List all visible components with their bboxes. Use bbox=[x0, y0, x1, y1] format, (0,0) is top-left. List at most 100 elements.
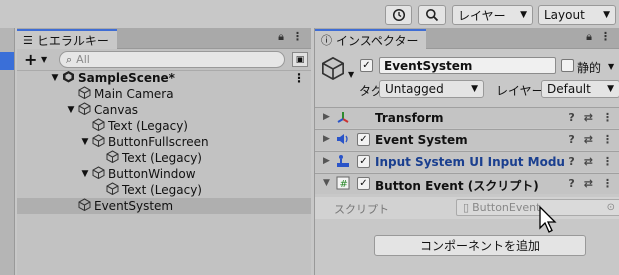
object-picker-icon[interactable]: ⊙ bbox=[607, 202, 615, 213]
hierarchy-item-label: SampleScene* bbox=[78, 71, 175, 85]
gameobject-icon bbox=[76, 198, 92, 214]
search-icon bbox=[426, 9, 439, 22]
hierarchy-item-button-fullscreen[interactable]: ▼ ButtonFullscreen bbox=[17, 134, 311, 150]
help-icon[interactable]: ? bbox=[568, 111, 574, 124]
hierarchy-item-text-legacy[interactable]: Text (Legacy) bbox=[17, 118, 311, 134]
layers-dropdown[interactable]: レイヤー ▼ bbox=[452, 5, 533, 25]
expand-arrow-icon[interactable]: ▶ bbox=[323, 134, 330, 144]
lock-icon[interactable]: 🔒︎ bbox=[278, 30, 284, 44]
presets-icon[interactable]: ⇄ bbox=[584, 155, 593, 168]
component-header-event-system[interactable]: ▶ ✓ Event System ? ⇄ ⋮ bbox=[315, 129, 619, 150]
expand-arrow-icon[interactable]: ▼ bbox=[66, 105, 76, 115]
unity-scene-icon bbox=[60, 70, 76, 86]
hierarchy-tab-label: ヒエラルキー bbox=[36, 33, 109, 48]
gameobject-icon bbox=[104, 182, 120, 198]
help-icon[interactable]: ? bbox=[568, 133, 574, 146]
hierarchy-search-input[interactable]: ⌕ All bbox=[59, 51, 285, 68]
hierarchy-item-label: Canvas bbox=[94, 103, 139, 117]
left-panel-edge bbox=[0, 28, 15, 275]
component-title: Event System bbox=[375, 133, 468, 147]
gameobject-icon bbox=[90, 134, 106, 150]
hierarchy-item-label: EventSystem bbox=[94, 199, 174, 213]
more-menu-icon[interactable]: ⋮ bbox=[602, 133, 613, 146]
hierarchy-item-text-legacy[interactable]: Text (Legacy) bbox=[17, 182, 311, 198]
hierarchy-panel: ☰ ヒエラルキー 🔒︎ ⋮ + ▼ ⌕ All ▣ ▼ SampleScene*… bbox=[17, 28, 311, 275]
expand-arrow-icon[interactable]: ▶ bbox=[323, 112, 330, 122]
hierarchy-toolbar: + ▼ ⌕ All ▣ bbox=[17, 49, 311, 71]
script-field-label: スクリプト bbox=[334, 203, 389, 216]
inspector-panel: ⓘ インスペクター 🔒︎ ⋮ ▼ ✓ EventSystem 静的 ▼ タグ U… bbox=[314, 28, 619, 275]
history-button[interactable] bbox=[385, 5, 412, 25]
scene-visibility-icon: ▣ bbox=[295, 54, 305, 65]
component-enabled-checkbox[interactable]: ✓ bbox=[357, 177, 370, 190]
presets-icon[interactable]: ⇄ bbox=[584, 177, 593, 190]
top-toolbar: レイヤー ▼ Layout ▼ bbox=[0, 0, 619, 28]
event-system-icon bbox=[336, 132, 350, 150]
component-enabled-checkbox[interactable]: ✓ bbox=[357, 155, 370, 168]
tag-dropdown[interactable]: Untagged ▼ bbox=[379, 80, 484, 98]
component-header-transform[interactable]: ▶ Transform ? ⇄ ⋮ bbox=[315, 107, 619, 128]
chevron-down-icon: ▼ bbox=[471, 84, 478, 94]
object-name-field[interactable]: EventSystem bbox=[379, 57, 556, 74]
tag-dropdown-value: Untagged bbox=[385, 82, 444, 96]
hierarchy-item-scene[interactable]: ▼ SampleScene* ⋮ bbox=[17, 70, 311, 86]
layout-dropdown-label: Layout bbox=[544, 8, 585, 22]
inspector-tab-bar: ⓘ インスペクター 🔒︎ ⋮ bbox=[315, 28, 619, 49]
tab-hierarchy[interactable]: ☰ ヒエラルキー bbox=[17, 29, 117, 49]
presets-icon[interactable]: ⇄ bbox=[584, 111, 593, 124]
more-menu-icon[interactable]: ⋮ bbox=[602, 155, 613, 168]
active-checkbox[interactable]: ✓ bbox=[360, 59, 373, 72]
tab-inspector[interactable]: ⓘ インスペクター bbox=[315, 29, 427, 49]
layer-label: レイヤー bbox=[496, 84, 544, 98]
create-button[interactable]: + bbox=[24, 50, 37, 69]
chevron-down-icon[interactable]: ▼ bbox=[608, 62, 614, 71]
layer-dropdown[interactable]: Default ▼ bbox=[541, 80, 619, 98]
static-checkbox[interactable] bbox=[561, 59, 574, 72]
more-menu-icon[interactable]: ⋮ bbox=[600, 30, 611, 44]
search-button[interactable] bbox=[418, 5, 446, 25]
hierarchy-item-canvas[interactable]: ▼ Canvas bbox=[17, 102, 311, 118]
hierarchy-item-label: Main Camera bbox=[94, 87, 174, 101]
transform-icon bbox=[336, 110, 350, 128]
layout-dropdown[interactable]: Layout ▼ bbox=[538, 5, 616, 25]
component-header-button-event[interactable]: ▼ # ✓ Button Event (スクリプト) ? ⇄ ⋮ bbox=[315, 173, 619, 194]
expand-arrow-icon[interactable]: ▼ bbox=[80, 169, 90, 179]
script-file-icon: ▯ bbox=[463, 201, 470, 214]
expand-arrow-icon[interactable]: ▶ bbox=[323, 156, 330, 166]
object-name-value: EventSystem bbox=[384, 58, 473, 73]
chevron-down-icon: ▼ bbox=[607, 84, 614, 94]
add-component-label: コンポーネントを追加 bbox=[419, 239, 540, 253]
script-icon: # bbox=[336, 176, 350, 194]
gameobject-icon[interactable] bbox=[321, 56, 345, 85]
expand-arrow-icon[interactable]: ▼ bbox=[323, 178, 330, 188]
hierarchy-item-button-window[interactable]: ▼ ButtonWindow bbox=[17, 166, 311, 182]
script-field-row: スクリプト ▯ ButtonEvent ⊙ bbox=[315, 197, 619, 219]
hierarchy-item-label: ButtonFullscreen bbox=[108, 135, 209, 149]
component-title: Input System UI Input Module bbox=[375, 155, 578, 169]
scene-visibility-button[interactable]: ▣ bbox=[292, 52, 308, 67]
expand-arrow-icon[interactable]: ▼ bbox=[80, 137, 90, 147]
left-panel-selection[interactable] bbox=[0, 52, 14, 70]
more-menu-icon[interactable]: ⋮ bbox=[292, 30, 303, 44]
presets-icon[interactable]: ⇄ bbox=[584, 133, 593, 146]
history-icon bbox=[392, 8, 405, 22]
more-menu-icon[interactable]: ⋮ bbox=[293, 71, 305, 85]
component-header-input-module[interactable]: ▶ ✓ Input System UI Input Module ? ⇄ ⋮ bbox=[315, 151, 619, 172]
lock-icon[interactable]: 🔒︎ bbox=[586, 30, 592, 44]
help-icon[interactable]: ? bbox=[568, 177, 574, 190]
gameobject-icon bbox=[76, 86, 92, 102]
chevron-down-icon[interactable]: ▼ bbox=[348, 70, 354, 79]
chevron-down-icon[interactable]: ▼ bbox=[41, 55, 47, 64]
more-menu-icon[interactable]: ⋮ bbox=[602, 177, 613, 190]
help-icon[interactable]: ? bbox=[568, 155, 574, 168]
gameobject-icon bbox=[90, 166, 106, 182]
component-enabled-checkbox[interactable]: ✓ bbox=[357, 133, 370, 146]
hierarchy-item-event-system[interactable]: EventSystem bbox=[17, 198, 311, 214]
static-label: 静的 bbox=[577, 61, 602, 75]
expand-arrow-icon[interactable]: ▼ bbox=[50, 73, 60, 83]
hierarchy-item-text-legacy[interactable]: Text (Legacy) bbox=[17, 150, 311, 166]
more-menu-icon[interactable]: ⋮ bbox=[602, 111, 613, 124]
hierarchy-item-main-camera[interactable]: Main Camera bbox=[17, 86, 311, 102]
info-icon: ⓘ bbox=[321, 34, 332, 47]
add-component-button[interactable]: コンポーネントを追加 bbox=[374, 235, 586, 256]
